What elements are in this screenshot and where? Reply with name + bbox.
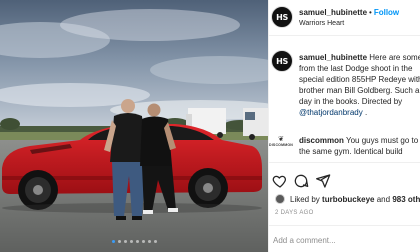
comment-item: discommon You guys must go to the same g…: [299, 135, 418, 157]
post-location[interactable]: Warriors Heart: [299, 20, 344, 27]
comment-username[interactable]: discommon: [299, 136, 344, 145]
separator-dot: •: [369, 8, 372, 17]
post-timestamp[interactable]: 2 DAYS AGO: [275, 210, 314, 216]
carousel-dot[interactable]: [111, 240, 115, 243]
commenter-avatar[interactable]: ❦ DISCOMMON: [269, 136, 293, 149]
carousel-dot[interactable]: [147, 240, 151, 243]
caption-avatar[interactable]: HS: [271, 50, 293, 72]
liker-avatar[interactable]: [275, 194, 285, 204]
comment-icon[interactable]: [293, 173, 309, 189]
liker-username[interactable]: turbobuckeye: [322, 195, 374, 204]
add-comment-bar: [269, 225, 420, 252]
post-actions: Liked by turbobuckeye and 983 others 2 D…: [269, 162, 420, 252]
post-side-panel: HS samuel_hubinette • Follow Warriors Hear…: [268, 0, 420, 252]
caption-username[interactable]: samuel_hubinette: [299, 53, 367, 62]
caption-text: .: [362, 108, 368, 117]
carousel-dot[interactable]: [129, 240, 133, 243]
carousel-indicator[interactable]: [0, 240, 268, 243]
likes-count-link[interactable]: 983 others: [392, 195, 420, 204]
commenter-avatar-label: DISCOMMON: [269, 143, 293, 147]
caption-text: special edition 855HP Redeye with: [299, 75, 420, 84]
carousel-dot[interactable]: [135, 240, 139, 243]
comments-section: HS samuel_hubinette Here are some E from…: [269, 36, 420, 162]
likes-summary: Liked by turbobuckeye and 983 others: [275, 194, 420, 204]
post-caption: samuel_hubinette Here are some E from th…: [299, 52, 420, 118]
heart-icon[interactable]: [272, 173, 288, 189]
likes-mid: and: [376, 194, 391, 204]
post-header: HS samuel_hubinette • Follow Warriors Hear…: [269, 0, 420, 36]
likes-prefix: Liked by: [290, 194, 320, 204]
header-user-row: samuel_hubinette • Follow: [299, 8, 399, 17]
author-username[interactable]: samuel_hubinette: [299, 8, 367, 17]
comment-input[interactable]: [273, 233, 417, 247]
author-avatar[interactable]: HS: [271, 6, 293, 28]
carousel-dot[interactable]: [153, 240, 157, 243]
comment-text: You guys must go to: [345, 136, 419, 145]
carousel-dot[interactable]: [123, 240, 127, 243]
carousel-dot[interactable]: [117, 240, 121, 243]
follow-button[interactable]: Follow: [374, 8, 399, 17]
caption-text: Here are some E: [369, 53, 420, 62]
photo-scene: [0, 0, 268, 252]
caption-text: day in the books. Directed by: [299, 97, 403, 106]
caption-text: from the last Dodge shoot in the: [299, 64, 413, 73]
share-icon[interactable]: [315, 173, 331, 189]
carousel-dot[interactable]: [141, 240, 145, 243]
caption-text: brother man Bill Goldberg. Such a l: [299, 86, 420, 95]
comment-text: the same gym. Identical build: [299, 147, 403, 156]
post-photo[interactable]: [0, 0, 268, 252]
mention-link[interactable]: @thatjordanbrady: [299, 108, 363, 117]
